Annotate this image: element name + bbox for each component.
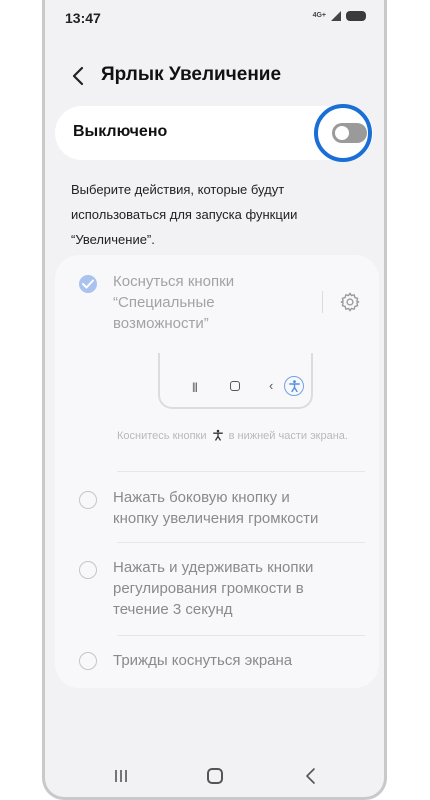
mini-recent-apps-icon: ||| bbox=[192, 382, 198, 393]
divider bbox=[117, 542, 365, 543]
option-1-checkbox[interactable] bbox=[79, 275, 97, 293]
description-text: Выберите действия, которые будут использ… bbox=[71, 182, 298, 247]
option-4-label: Трижды коснуться экрана bbox=[113, 650, 353, 671]
option-1-line-2: “Специальные bbox=[113, 294, 215, 311]
toggle-knob bbox=[335, 126, 349, 140]
home-icon[interactable] bbox=[207, 768, 223, 784]
status-icons: 4G+ bbox=[313, 11, 366, 21]
back-icon[interactable] bbox=[303, 766, 319, 786]
shortcut-options-card: Коснуться кнопки “Специальные возможност… bbox=[55, 255, 379, 688]
mini-back-icon: ‹ bbox=[269, 378, 274, 393]
shortcut-toggle-switch[interactable] bbox=[332, 123, 367, 143]
page-title: Ярлык Увеличение bbox=[101, 64, 282, 85]
mini-home-icon bbox=[230, 381, 240, 391]
option-2-label: Нажать боковую кнопку и кнопку увеличени… bbox=[113, 487, 353, 529]
navigation-bar bbox=[45, 760, 384, 794]
settings-divider bbox=[322, 291, 323, 313]
hint-text-after: в нижней части экрана. bbox=[228, 430, 348, 442]
option-4-checkbox[interactable] bbox=[79, 652, 97, 670]
option-3-line-3: течение 3 секунд bbox=[113, 601, 233, 618]
toggle-label: Выключено bbox=[73, 123, 168, 140]
status-time: 13:47 bbox=[65, 10, 101, 26]
option-1-line-1: Коснуться кнопки bbox=[113, 273, 235, 290]
master-toggle-row[interactable]: Выключено bbox=[55, 104, 373, 162]
status-bar: 13:47 4G+ bbox=[45, 0, 384, 36]
gear-icon[interactable] bbox=[339, 291, 361, 313]
option-3-line-1: Нажать и удерживать кнопки bbox=[113, 559, 314, 576]
option-3-label: Нажать и удерживать кнопки регулирования… bbox=[113, 557, 353, 620]
divider bbox=[117, 635, 365, 636]
accessibility-icon bbox=[284, 376, 304, 396]
option-2-checkbox[interactable] bbox=[79, 491, 97, 509]
hint-text-before: Коснитесь кнопки bbox=[117, 430, 207, 442]
signal-icon bbox=[331, 11, 341, 21]
recent-apps-icon[interactable] bbox=[113, 768, 129, 784]
back-icon[interactable] bbox=[67, 64, 91, 88]
option-3-line-2: регулирования громкости в bbox=[113, 580, 304, 597]
option-1-label: Коснуться кнопки “Специальные возможност… bbox=[113, 271, 353, 334]
network-type-label: 4G+ bbox=[312, 12, 326, 19]
option-2-line-2: кнопку увеличения громкости bbox=[113, 510, 319, 527]
check-icon bbox=[82, 279, 94, 289]
option-3-checkbox[interactable] bbox=[79, 561, 97, 579]
option-4-line-1: Трижды коснуться экрана bbox=[113, 652, 293, 669]
battery-icon bbox=[346, 11, 366, 21]
option-1-line-3: возможности” bbox=[113, 315, 209, 332]
accessibility-icon bbox=[212, 429, 223, 441]
option-2-line-1: Нажать боковую кнопку и bbox=[113, 489, 290, 506]
mini-nav-bar: ||| ‹ bbox=[160, 376, 311, 397]
option-1-hint: Коснитесь кнопки в нижней части экрана. bbox=[117, 427, 357, 445]
phone-screen: 13:47 4G+ Ярлык Увеличение Выключено Выб… bbox=[42, 0, 387, 800]
divider bbox=[117, 471, 365, 472]
mini-phone-illustration: ||| ‹ bbox=[158, 353, 313, 409]
header: Ярлык Увеличение bbox=[45, 58, 384, 94]
